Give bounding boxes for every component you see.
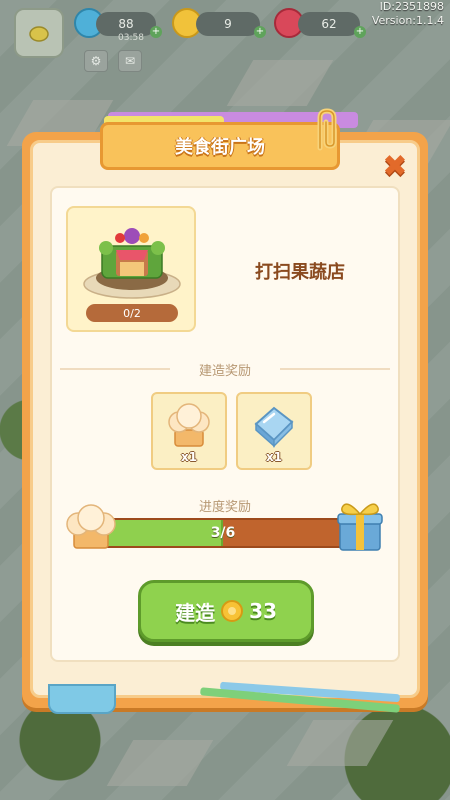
rubies-value: 62 xyxy=(321,17,337,31)
close-icon: ✖ xyxy=(382,149,408,184)
rubies-counter: 62 xyxy=(298,12,360,36)
reward-slot[interactable]: x1 xyxy=(236,392,312,470)
shop-task-label: 打扫果蔬店 xyxy=(255,262,345,283)
reward-qty: x1 xyxy=(180,450,198,464)
progress-reward-title: 进度奖励 xyxy=(170,496,280,515)
coin-icon xyxy=(221,600,244,622)
build-button[interactable]: 建造 33 xyxy=(138,580,314,642)
gems-timer: 03:58 xyxy=(118,33,144,43)
build-cost: 33 xyxy=(249,599,277,623)
gift-box-icon[interactable] xyxy=(334,496,386,554)
ice-block-icon xyxy=(254,406,294,448)
version-label: Version:1.1.4 xyxy=(371,14,444,27)
progress-text: 3/6 xyxy=(210,525,236,541)
level-badge[interactable] xyxy=(14,8,64,58)
mail-button[interactable]: ✉ xyxy=(118,50,142,72)
coins-counter: 9 xyxy=(196,12,260,36)
reward-slot[interactable]: x1 xyxy=(151,392,227,470)
lemon-icon xyxy=(29,26,49,42)
build-reward-title: 建造奖励 xyxy=(170,360,280,379)
fruit-shop-icon xyxy=(83,228,181,299)
user-id: ID:2351898 xyxy=(379,0,444,13)
coins-value: 9 xyxy=(224,17,232,31)
paperclip-icon xyxy=(317,108,337,151)
mail-icon: ✉ xyxy=(124,54,136,68)
settings-button[interactable]: ⚙ xyxy=(84,50,108,72)
gear-icon: ⚙ xyxy=(90,54,102,68)
bookmark-tab xyxy=(48,684,116,714)
build-label: 建造 xyxy=(175,600,216,625)
add-coins-button[interactable]: + xyxy=(254,26,266,38)
shop-progress: 0/2 xyxy=(86,304,178,322)
add-gems-button[interactable]: + xyxy=(150,26,162,38)
close-button[interactable]: ✖ xyxy=(378,150,412,184)
chef-hat-icon xyxy=(168,403,210,447)
chef-hat-icon xyxy=(66,504,116,549)
dialog-title: 美食街广场 xyxy=(100,122,340,170)
reward-qty: x1 xyxy=(265,450,283,464)
gems-value: 88 xyxy=(118,17,134,31)
progress-bar: 3/6 xyxy=(92,518,354,548)
add-rubies-button[interactable]: + xyxy=(354,26,366,38)
